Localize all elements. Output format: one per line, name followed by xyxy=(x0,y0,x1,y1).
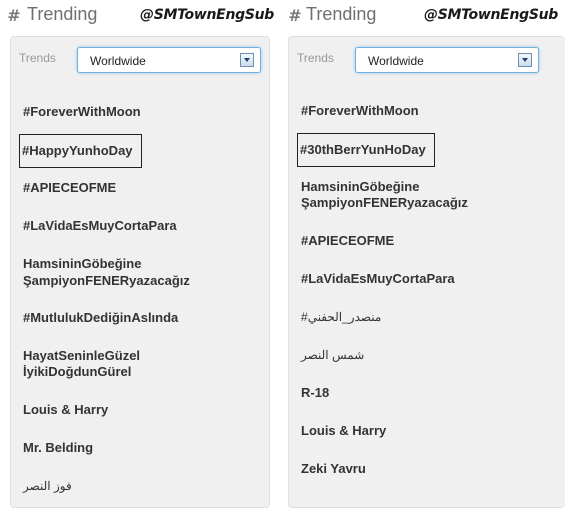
trending-header: # Trending @SMTownEngSub xyxy=(279,0,565,34)
trending-header: # Trending @SMTownEngSub xyxy=(0,0,279,34)
trend-link[interactable]: HamsininGöbeğine xyxy=(23,256,141,272)
trend-link[interactable]: ŞampiyonFENERyazacağız xyxy=(301,195,468,211)
trend-link[interactable]: HayatSeninleGüzel xyxy=(23,348,140,364)
chevron-down-icon[interactable] xyxy=(240,53,254,67)
location-select-value: Worldwide xyxy=(368,54,424,68)
trend-link[interactable]: #LaVidaEsMuyCortaPara xyxy=(23,218,177,234)
location-select-value: Worldwide xyxy=(90,54,146,68)
trend-link[interactable]: Louis & Harry xyxy=(301,423,386,439)
watermark: @SMTownEngSub xyxy=(424,7,559,23)
trend-link[interactable]: #منصدر_الحفني xyxy=(301,309,381,325)
trend-link[interactable]: #LaVidaEsMuyCortaPara xyxy=(301,271,455,287)
trend-link[interactable]: R-18 xyxy=(301,385,329,401)
trend-link[interactable]: #ForeverWithMoon xyxy=(301,103,419,119)
trending-title: Trending xyxy=(306,4,377,24)
trending-title: Trending xyxy=(27,4,98,24)
trends-label: Trends xyxy=(19,51,56,65)
trend-link-highlighted[interactable]: #30thBerrYunHoDay xyxy=(297,133,435,167)
location-select[interactable]: Worldwide xyxy=(77,47,261,73)
trend-link[interactable]: Zeki Yavru xyxy=(301,461,366,477)
trend-link[interactable]: #APIECEOFME xyxy=(301,233,394,249)
hashtag-icon: # xyxy=(288,5,302,25)
trend-link[interactable]: #MutlulukDediğinAslında xyxy=(23,310,178,326)
trends-box: Trends Worldwide #ForeverWithMoon #30thB… xyxy=(288,36,565,508)
trend-link-highlighted[interactable]: #HappyYunhoDay xyxy=(19,134,142,168)
trend-link[interactable]: #APIECEOFME xyxy=(23,180,116,196)
trend-link[interactable]: Louis & Harry xyxy=(23,402,108,418)
trend-link[interactable]: شمس النصر xyxy=(301,347,364,363)
trend-link[interactable]: ŞampiyonFENERyazacağız xyxy=(23,273,190,289)
trend-link[interactable]: İyikiDoğdunGürel xyxy=(23,364,131,380)
trend-link[interactable]: Mr. Belding xyxy=(23,440,93,456)
trends-box: Trends Worldwide #ForeverWithMoon #Happy… xyxy=(10,36,270,508)
location-select[interactable]: Worldwide xyxy=(355,47,539,73)
trends-label: Trends xyxy=(297,51,334,65)
trending-panel-left: # Trending @SMTownEngSub Trends Worldwid… xyxy=(0,0,279,508)
trend-link[interactable]: HamsininGöbeğine xyxy=(301,179,419,195)
trend-link[interactable]: #ForeverWithMoon xyxy=(23,104,141,120)
watermark: @SMTownEngSub xyxy=(140,7,275,23)
hashtag-icon: # xyxy=(7,5,21,25)
chevron-down-icon[interactable] xyxy=(518,53,532,67)
trend-link[interactable]: فوز النصر xyxy=(23,478,72,494)
trending-panel-right: # Trending @SMTownEngSub Trends Worldwid… xyxy=(279,0,565,508)
